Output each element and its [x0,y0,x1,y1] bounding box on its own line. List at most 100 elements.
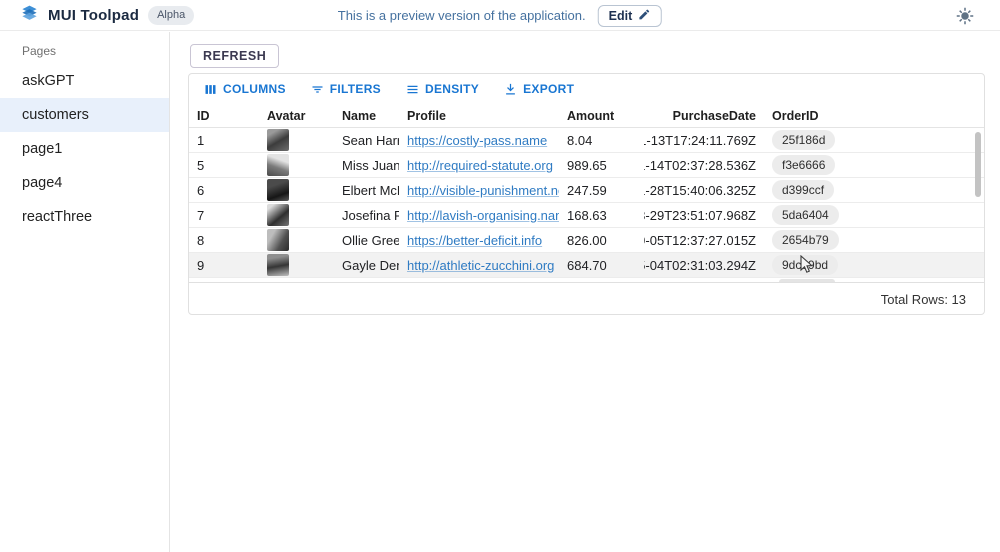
grid-toolbar: COLUMNS FILTERS DENSITY [189,74,984,104]
brand: MUI Toolpad Alpha [20,0,194,31]
cell-purchase-date: 2076-03-29T23:51:07.968Z [644,203,764,227]
cell-avatar [259,228,334,252]
table-row[interactable]: 9 Gayle Den... http://athletic-zucchini.… [189,253,984,278]
total-rows-label: Total Rows: 13 [881,292,966,307]
cell-name: Sean Harris [334,128,399,152]
cell-id: 7 [189,203,259,227]
vertical-scrollbar[interactable] [975,132,981,197]
cell-avatar [259,153,334,177]
profile-link[interactable]: https://costly-pass.name [407,133,547,148]
sidebar-item-customers[interactable]: customers [0,98,169,132]
profile-link[interactable]: http://visible-punishment.net [407,183,559,198]
profile-link[interactable]: https://better-deficit.info [407,233,542,248]
grid-column-headers: IDAvatarNameProfileAmountPurchaseDateOrd… [189,104,984,128]
theme-toggle-button[interactable] [956,7,974,25]
cell-purchase-date: 2045-01-28T15:40:06.325Z [644,178,764,202]
cell-id: 8 [189,228,259,252]
order-id-chip: d399ccf [772,180,834,200]
column-header-amount[interactable]: Amount [559,104,644,127]
partial-next-row [189,278,984,281]
export-button[interactable]: EXPORT [498,78,579,101]
cell-name: Ollie Green... [334,228,399,252]
edit-button-label: Edit [609,9,633,23]
column-header-orderid[interactable]: OrderID [764,104,984,127]
cell-profile: http://required-statute.org [399,153,559,177]
table-row[interactable]: 8 Ollie Green... https://better-deficit.… [189,228,984,253]
profile-link[interactable]: http://required-statute.org [407,158,553,173]
cell-profile: http://athletic-zucchini.org [399,253,559,277]
cell-amount: 684.70 [559,253,644,277]
sidebar-item-page1[interactable]: page1 [0,132,169,166]
profile-link[interactable]: http://lavish-organising.name [407,208,559,223]
table-row[interactable]: 7 Josefina P... http://lavish-organising… [189,203,984,228]
column-header-profile[interactable]: Profile [399,104,559,127]
column-header-purchasedate[interactable]: PurchaseDate [644,104,764,127]
column-header-avatar[interactable]: Avatar [259,104,334,127]
profile-link[interactable]: http://athletic-zucchini.org [407,258,554,273]
cell-name: Gayle Den... [334,253,399,277]
cell-amount: 168.63 [559,203,644,227]
cell-order-id: d399ccf [764,178,984,202]
cell-id: 1 [189,128,259,152]
cell-purchase-date: 1997-11-13T17:24:11.769Z [644,128,764,152]
cell-avatar [259,203,334,227]
refresh-button[interactable]: REFRESH [190,44,279,68]
sidebar-item-label: customers [22,107,89,123]
edit-button[interactable]: Edit [598,5,663,27]
order-id-chip: 2654b79 [772,230,839,250]
table-row[interactable]: 6 Elbert McL... http://visible-punishmen… [189,178,984,203]
density-button-label: DENSITY [425,82,479,96]
cell-profile: https://costly-pass.name [399,128,559,152]
order-id-chip: 5da6404 [772,205,839,225]
filters-button-label: FILTERS [330,82,381,96]
cell-purchase-date: 2014-01-14T02:37:28.536Z [644,153,764,177]
cell-order-id: 9dc59bd [764,253,984,277]
cell-amount: 247.59 [559,178,644,202]
column-header-name[interactable]: Name [334,104,399,127]
sidebar-item-askGPT[interactable]: askGPT [0,64,169,98]
cell-profile: http://lavish-organising.name [399,203,559,227]
cell-id: 6 [189,178,259,202]
sidebar-item-label: askGPT [22,73,74,89]
app-header: MUI Toolpad Alpha This is a preview vers… [0,0,1000,31]
avatar [267,154,289,176]
cell-name: Josefina P... [334,203,399,227]
sidebar-nav: askGPT customers page1 page4 reactThree [0,64,169,234]
cell-name: Miss Juan ... [334,153,399,177]
table-row[interactable]: 1 Sean Harris https://costly-pass.name 8… [189,128,984,153]
cell-id: 9 [189,253,259,277]
density-button[interactable]: DENSITY [400,78,484,101]
data-grid: COLUMNS FILTERS DENSITY [188,73,985,315]
sidebar-item-label: page4 [22,175,62,191]
avatar [267,129,289,151]
columns-button[interactable]: COLUMNS [198,78,291,101]
pencil-icon [638,8,651,24]
cell-profile: https://better-deficit.info [399,228,559,252]
filter-list-icon [310,82,325,97]
density-lines-icon [405,82,420,97]
app-title: MUI Toolpad [48,7,139,24]
cell-order-id: 5da6404 [764,203,984,227]
download-icon [503,82,518,97]
cell-purchase-date: 2086-09-05T12:37:27.015Z [644,228,764,252]
order-id-chip: 25f186d [772,130,835,150]
sidebar-item-page4[interactable]: page4 [0,166,169,200]
cell-avatar [259,178,334,202]
preview-message: This is a preview version of the applica… [338,8,586,23]
toolpad-logo-icon [20,4,39,28]
sidebar-item-reactThree[interactable]: reactThree [0,200,169,234]
cell-profile: http://visible-punishment.net [399,178,559,202]
cell-amount: 826.00 [559,228,644,252]
column-header-id[interactable]: ID [189,104,259,127]
avatar [267,254,289,276]
cell-amount: 989.65 [559,153,644,177]
export-button-label: EXPORT [523,82,574,96]
filters-button[interactable]: FILTERS [305,78,386,101]
avatar [267,229,289,251]
table-row[interactable]: 5 Miss Juan ... http://required-statute.… [189,153,984,178]
avatar [267,204,289,226]
alpha-badge: Alpha [148,6,194,24]
avatar [267,179,289,201]
cell-name: Elbert McL... [334,178,399,202]
cell-order-id: 2654b79 [764,228,984,252]
